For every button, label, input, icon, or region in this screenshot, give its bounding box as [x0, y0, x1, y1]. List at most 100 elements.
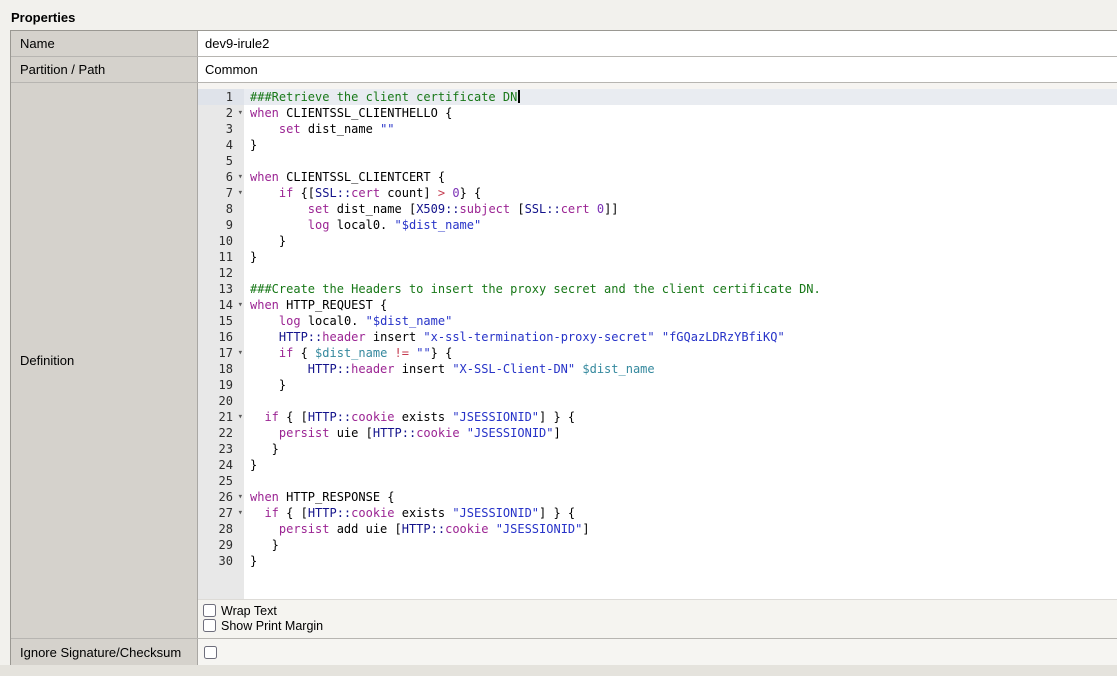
code-line[interactable]: 13###Create the Headers to insert the pr…: [198, 281, 1117, 297]
code-line[interactable]: 24}: [198, 457, 1117, 473]
code-text[interactable]: ###Create the Headers to insert the prox…: [244, 281, 1117, 297]
page-footer-strip: [0, 665, 1117, 676]
code-line[interactable]: 4}: [198, 137, 1117, 153]
show-print-margin-checkbox[interactable]: [203, 619, 216, 632]
code-line[interactable]: 5: [198, 153, 1117, 169]
code-line[interactable]: 2▾when CLIENTSSL_CLIENTHELLO {: [198, 105, 1117, 121]
code-line[interactable]: 10 }: [198, 233, 1117, 249]
code-text[interactable]: if {[SSL::cert count] > 0} {: [244, 185, 1117, 201]
name-value[interactable]: dev9-irule2: [198, 31, 1117, 56]
code-text[interactable]: set dist_name [X509::subject [SSL::cert …: [244, 201, 1117, 217]
line-number: 2▾: [198, 105, 244, 121]
code-line[interactable]: 26▾when HTTP_RESPONSE {: [198, 489, 1117, 505]
partition-row: Partition / Path Common: [11, 57, 1117, 83]
wrap-text-checkbox[interactable]: [203, 604, 216, 617]
line-number: 10: [198, 233, 244, 249]
line-number: 23: [198, 441, 244, 457]
code-line[interactable]: 12: [198, 265, 1117, 281]
fold-toggle-icon[interactable]: ▾: [238, 105, 243, 121]
page-title: Properties: [11, 10, 75, 25]
code-text[interactable]: }: [244, 377, 1117, 393]
fold-toggle-icon[interactable]: ▾: [238, 505, 243, 521]
code-text[interactable]: ###Retrieve the client certificate DN: [244, 89, 1117, 105]
fold-toggle-icon[interactable]: ▾: [238, 409, 243, 425]
code-line[interactable]: 3 set dist_name "": [198, 121, 1117, 137]
code-text[interactable]: when CLIENTSSL_CLIENTHELLO {: [244, 105, 1117, 121]
code-line[interactable]: 29 }: [198, 537, 1117, 553]
code-text[interactable]: [244, 265, 1117, 281]
code-text[interactable]: if { [HTTP::cookie exists "JSESSIONID"] …: [244, 409, 1117, 425]
fold-toggle-icon[interactable]: ▾: [238, 297, 243, 313]
editor-empty-area[interactable]: [244, 569, 1117, 599]
code-line[interactable]: 25: [198, 473, 1117, 489]
fold-toggle-icon[interactable]: ▾: [238, 169, 243, 185]
code-line[interactable]: 1###Retrieve the client certificate DN: [198, 89, 1117, 105]
line-number: 22: [198, 425, 244, 441]
text-cursor: [518, 90, 520, 103]
editor-options: Wrap TextShow Print Margin: [198, 599, 1117, 638]
line-number: 14▾: [198, 297, 244, 313]
code-text[interactable]: persist uie [HTTP::cookie "JSESSIONID"]: [244, 425, 1117, 441]
code-editor[interactable]: 1###Retrieve the client certificate DN2▾…: [198, 89, 1117, 599]
code-line[interactable]: 15 log local0. "$dist_name": [198, 313, 1117, 329]
code-line[interactable]: 19 }: [198, 377, 1117, 393]
code-line[interactable]: 14▾when HTTP_REQUEST {: [198, 297, 1117, 313]
code-text[interactable]: }: [244, 537, 1117, 553]
code-line[interactable]: 18 HTTP::header insert "X-SSL-Client-DN"…: [198, 361, 1117, 377]
line-number: 25: [198, 473, 244, 489]
code-line[interactable]: 22 persist uie [HTTP::cookie "JSESSIONID…: [198, 425, 1117, 441]
name-label: Name: [11, 31, 198, 56]
code-text[interactable]: }: [244, 137, 1117, 153]
code-text[interactable]: [244, 393, 1117, 409]
code-line[interactable]: 28 persist add uie [HTTP::cookie "JSESSI…: [198, 521, 1117, 537]
line-number: 7▾: [198, 185, 244, 201]
code-text[interactable]: log local0. "$dist_name": [244, 217, 1117, 233]
partition-value: Common: [198, 57, 1117, 82]
code-text[interactable]: }: [244, 233, 1117, 249]
code-text[interactable]: HTTP::header insert "x-ssl-termination-p…: [244, 329, 1117, 345]
code-line[interactable]: 8 set dist_name [X509::subject [SSL::cer…: [198, 201, 1117, 217]
code-text[interactable]: set dist_name "": [244, 121, 1117, 137]
editor-option: Show Print Margin: [203, 618, 1117, 633]
code-text[interactable]: }: [244, 249, 1117, 265]
code-text[interactable]: when HTTP_REQUEST {: [244, 297, 1117, 313]
code-line[interactable]: 27▾ if { [HTTP::cookie exists "JSESSIONI…: [198, 505, 1117, 521]
code-text[interactable]: log local0. "$dist_name": [244, 313, 1117, 329]
fold-toggle-icon[interactable]: ▾: [238, 185, 243, 201]
code-text[interactable]: [244, 153, 1117, 169]
fold-toggle-icon[interactable]: ▾: [238, 489, 243, 505]
code-line[interactable]: 23 }: [198, 441, 1117, 457]
code-text[interactable]: [244, 473, 1117, 489]
code-line[interactable]: 16 HTTP::header insert "x-ssl-terminatio…: [198, 329, 1117, 345]
code-text[interactable]: }: [244, 441, 1117, 457]
code-text[interactable]: }: [244, 553, 1117, 569]
code-text[interactable]: }: [244, 457, 1117, 473]
code-line[interactable]: 6▾when CLIENTSSL_CLIENTCERT {: [198, 169, 1117, 185]
code-text[interactable]: when CLIENTSSL_CLIENTCERT {: [244, 169, 1117, 185]
code-text[interactable]: if { [HTTP::cookie exists "JSESSIONID"] …: [244, 505, 1117, 521]
code-text[interactable]: persist add uie [HTTP::cookie "JSESSIONI…: [244, 521, 1117, 537]
code-line[interactable]: 17▾ if { $dist_name != ""} {: [198, 345, 1117, 361]
line-number: 8: [198, 201, 244, 217]
line-number: 27▾: [198, 505, 244, 521]
line-number: 30: [198, 553, 244, 569]
line-number: 21▾: [198, 409, 244, 425]
line-number: 16: [198, 329, 244, 345]
definition-label: Definition: [11, 83, 198, 638]
code-line[interactable]: 11}: [198, 249, 1117, 265]
code-line[interactable]: 21▾ if { [HTTP::cookie exists "JSESSIONI…: [198, 409, 1117, 425]
line-number: 24: [198, 457, 244, 473]
ignore-signature-checkbox[interactable]: [204, 646, 217, 659]
code-line[interactable]: 20: [198, 393, 1117, 409]
line-number: 15: [198, 313, 244, 329]
line-number: 1: [198, 89, 244, 105]
fold-toggle-icon[interactable]: ▾: [238, 345, 243, 361]
code-text[interactable]: when HTTP_RESPONSE {: [244, 489, 1117, 505]
code-line[interactable]: 30}: [198, 553, 1117, 569]
ignore-label: Ignore Signature/Checksum: [11, 639, 198, 665]
code-text[interactable]: HTTP::header insert "X-SSL-Client-DN" $d…: [244, 361, 1117, 377]
code-line[interactable]: 7▾ if {[SSL::cert count] > 0} {: [198, 185, 1117, 201]
code-line[interactable]: 9 log local0. "$dist_name": [198, 217, 1117, 233]
code-text[interactable]: if { $dist_name != ""} {: [244, 345, 1117, 361]
option-label: Wrap Text: [221, 604, 277, 618]
